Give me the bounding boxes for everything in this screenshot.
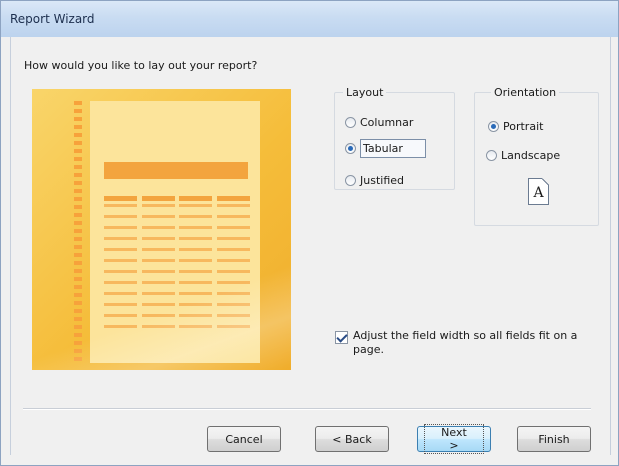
next-button[interactable]: Next > [417,424,491,454]
radio-portrait-label: Portrait [503,120,544,133]
wizard-question: How would you like to lay out your repor… [24,59,258,72]
radio-tabular-indicator[interactable] [345,143,356,154]
orientation-legend: Orientation [494,86,557,99]
layout-preview-image [32,89,291,370]
radio-justified[interactable]: Justified [345,174,404,187]
wizard-body: How would you like to lay out your repor… [10,37,611,455]
cancel-button[interactable]: Cancel [207,426,281,452]
page-fold [542,178,549,185]
report-wizard-window: Report Wizard How would you like to lay … [0,0,619,466]
radio-columnar-indicator[interactable] [345,117,356,128]
radio-justified-label: Justified [360,174,404,187]
finish-button-label: Finish [538,432,570,446]
radio-columnar-label: Columnar [360,116,414,129]
radio-landscape[interactable]: Landscape [486,149,560,162]
page-icon-letter: A [533,185,544,201]
preview-header-bar [104,162,248,179]
preview-shine [32,239,291,370]
fit-fields-option[interactable]: Adjust the field width so all fields fit… [335,329,590,357]
cancel-button-label: Cancel [225,432,263,446]
back-button-label: < Back [332,432,372,446]
back-button[interactable]: < Back [315,426,389,452]
radio-portrait[interactable]: Portrait [488,120,543,133]
window-title: Report Wizard [10,12,95,26]
radio-landscape-indicator[interactable] [486,150,497,161]
portrait-page-icon: A [528,178,549,205]
radio-tabular-label: Tabular [360,139,426,158]
layout-legend: Layout [346,86,384,99]
finish-button[interactable]: Finish [517,426,591,452]
radio-columnar[interactable]: Columnar [345,116,413,129]
radio-justified-indicator[interactable] [345,175,356,186]
radio-landscape-label: Landscape [501,149,561,162]
title-bar[interactable]: Report Wizard [1,1,618,37]
radio-portrait-indicator[interactable] [488,121,499,132]
next-button-label: Next > [424,424,484,454]
fit-fields-label: Adjust the field width so all fields fit… [353,329,578,356]
radio-tabular[interactable]: Tabular [345,139,426,158]
fit-fields-checkbox[interactable] [335,331,348,344]
button-divider [23,408,591,410]
